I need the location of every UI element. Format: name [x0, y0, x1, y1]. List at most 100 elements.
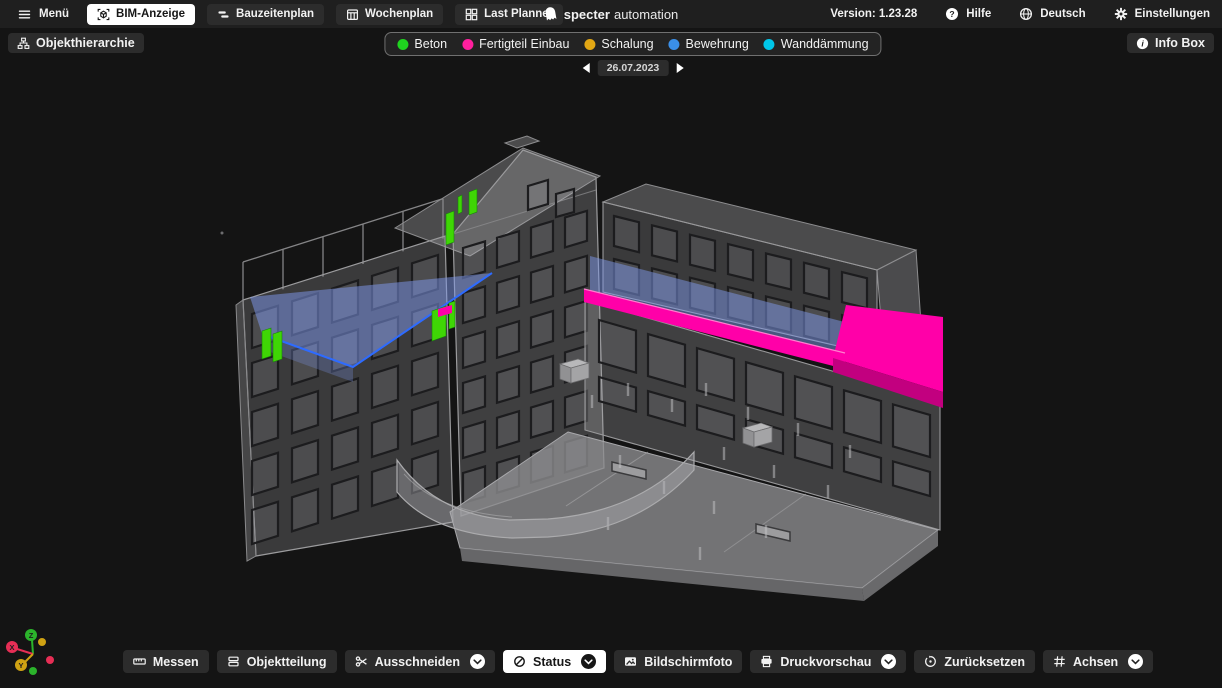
- bim-3d-viewport[interactable]: [0, 0, 1222, 688]
- window: [497, 276, 519, 313]
- legend-label: Schalung: [601, 37, 653, 51]
- window: [690, 235, 715, 271]
- button-label: Messen: [153, 655, 199, 669]
- building-model[interactable]: [221, 136, 944, 601]
- hamburger-icon: [18, 8, 31, 21]
- button-label: Achsen: [1073, 655, 1118, 669]
- language-label: Deutsch: [1040, 8, 1085, 20]
- date-navigator: 26.07.2023: [583, 60, 684, 76]
- legend-label: Wanddämmung: [781, 37, 869, 51]
- legend-dot: [397, 39, 408, 50]
- gizmo-axis-x[interactable]: X: [6, 641, 18, 653]
- legend-item-bewehrung[interactable]: Bewehrung: [669, 37, 749, 51]
- window: [614, 216, 639, 252]
- window: [463, 421, 485, 458]
- tab-bim-anzeige[interactable]: BIM-Anzeige: [87, 4, 195, 25]
- legend-label: Beton: [414, 37, 447, 51]
- tab-bauzeitenplan[interactable]: Bauzeitenplan: [207, 4, 324, 25]
- version-label: Version: 1.23.28: [830, 8, 917, 20]
- gizmo-axis-label: Y: [18, 661, 23, 670]
- window: [697, 348, 734, 401]
- menu-button[interactable]: Menü: [12, 8, 75, 21]
- language-button[interactable]: Deutsch: [1019, 7, 1085, 21]
- tab-wochenplan[interactable]: Wochenplan: [336, 4, 443, 25]
- window: [497, 231, 519, 268]
- screenshot-icon: [624, 655, 637, 668]
- objektteilung-button[interactable]: Objektteilung: [217, 650, 337, 673]
- legend-item-beton[interactable]: Beton: [397, 37, 447, 51]
- legend-item-wanddaemmung[interactable]: Wanddämmung: [764, 37, 869, 51]
- printer-icon: [760, 655, 773, 668]
- window: [728, 244, 753, 280]
- druckvorschau-button[interactable]: Druckvorschau: [750, 650, 906, 673]
- legend-dot: [462, 39, 473, 50]
- window: [463, 286, 485, 323]
- status-icon: [513, 655, 526, 668]
- globe-icon: [1019, 7, 1033, 21]
- window: [372, 366, 398, 408]
- messen-button[interactable]: Messen: [123, 650, 209, 673]
- legend-label: Fertigteil Einbau: [479, 37, 569, 51]
- window: [252, 453, 278, 495]
- window: [412, 402, 438, 444]
- window: [463, 376, 485, 413]
- help-label: Hilfe: [966, 8, 991, 20]
- zuruecksetzen-button[interactable]: Zurücksetzen: [914, 650, 1035, 673]
- bim-application: Menü BIM-Anzeige Bauzeitenplan: [0, 0, 1222, 688]
- info-box-button[interactable]: i Info Box: [1127, 33, 1214, 53]
- top-bar: Menü BIM-Anzeige Bauzeitenplan: [0, 0, 1222, 28]
- druckvorschau-dropdown-toggle[interactable]: [881, 654, 896, 669]
- window: [531, 401, 553, 438]
- legend-item-schalung[interactable]: Schalung: [584, 37, 653, 51]
- bim-cube-icon: [97, 8, 110, 21]
- object-hierarchy-button[interactable]: Objekthierarchie: [8, 33, 144, 53]
- hierarchy-icon: [17, 37, 30, 50]
- button-label: Status: [533, 655, 571, 669]
- achsen-button[interactable]: Achsen: [1043, 650, 1153, 673]
- grid-2x2-icon: [465, 8, 478, 21]
- menu-label: Menü: [39, 8, 69, 20]
- window: [565, 211, 587, 248]
- info-box-label: Info Box: [1155, 36, 1205, 50]
- object-hierarchy-label: Objekthierarchie: [36, 36, 135, 50]
- gizmo-axis-label: X: [9, 643, 14, 652]
- ausschneiden-button[interactable]: Ausschneiden: [345, 650, 495, 673]
- next-day-button[interactable]: [676, 63, 683, 73]
- legend-item-fertigteil-einbau[interactable]: Fertigteil Einbau: [462, 37, 569, 51]
- settings-label: Einstellungen: [1135, 8, 1210, 20]
- rooftop-box: [743, 423, 772, 447]
- ghost-logo-icon: [544, 6, 558, 22]
- window: [531, 311, 553, 348]
- window: [746, 362, 783, 415]
- achsen-dropdown-toggle[interactable]: [1128, 654, 1143, 669]
- bildschirmfoto-button[interactable]: Bildschirmfoto: [614, 650, 742, 673]
- window: [292, 489, 318, 531]
- calendar-icon: [346, 8, 359, 21]
- gizmo-axis-y-negative[interactable]: [38, 638, 46, 646]
- current-date: 26.07.2023: [598, 60, 669, 76]
- button-label: Zurücksetzen: [944, 655, 1025, 669]
- window: [412, 353, 438, 395]
- window: [292, 391, 318, 433]
- split-object-icon: [227, 655, 240, 668]
- status-button[interactable]: Status: [503, 650, 606, 673]
- gantt-icon: [217, 8, 230, 21]
- gizmo-axis-z[interactable]: Z: [25, 629, 37, 641]
- window: [565, 391, 587, 428]
- window: [565, 301, 587, 338]
- tab-label: Bauzeitenplan: [236, 8, 314, 20]
- status-dropdown-toggle[interactable]: [581, 654, 596, 669]
- brand-logo: specterautomation: [544, 0, 679, 28]
- legend-dot: [764, 39, 775, 50]
- stray-dot: [221, 232, 224, 235]
- window: [497, 321, 519, 358]
- window: [531, 221, 553, 258]
- help-button[interactable]: ? Hilfe: [945, 7, 991, 21]
- previous-day-button[interactable]: [583, 63, 590, 73]
- window: [252, 502, 278, 544]
- button-label: Bildschirmfoto: [644, 655, 732, 669]
- window: [332, 476, 358, 518]
- settings-button[interactable]: Einstellungen: [1114, 7, 1210, 21]
- gizmo-axis-y[interactable]: Y: [15, 659, 27, 671]
- ausschneiden-dropdown-toggle[interactable]: [470, 654, 485, 669]
